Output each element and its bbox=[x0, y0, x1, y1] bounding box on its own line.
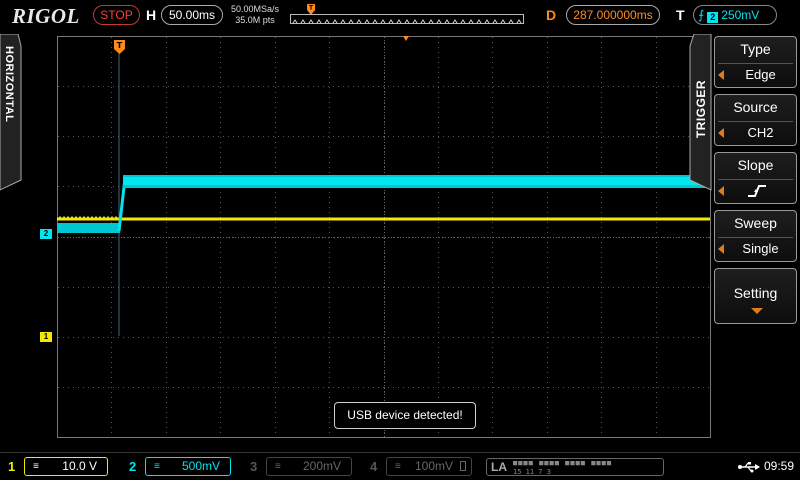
trigger-channel-badge: 2 bbox=[707, 12, 719, 23]
horizontal-label: H bbox=[146, 7, 157, 23]
menu-arrow-icon bbox=[718, 70, 724, 80]
menu-type[interactable]: Type Edge bbox=[714, 36, 797, 88]
ch2-scale: 500mV bbox=[181, 459, 220, 473]
chevron-down-icon bbox=[751, 308, 763, 314]
logic-analyzer-status[interactable]: LA ■■■■ ■■■■ ■■■■ ■■■■ 15 11 7 3 bbox=[486, 458, 664, 476]
sample-rate: 50.00MSa/s bbox=[230, 4, 280, 14]
menu-setting[interactable]: Setting bbox=[714, 268, 797, 324]
menu-arrow-icon bbox=[718, 128, 724, 138]
sample-info: 50.00MSa/s 35.0M pts bbox=[229, 4, 281, 26]
trigger-status[interactable]: ⨍ 2 250mV bbox=[693, 5, 777, 25]
trigger-label: T bbox=[676, 7, 685, 23]
la-label: LA bbox=[491, 460, 507, 474]
dc-coupling-icon: ≡ bbox=[33, 461, 39, 472]
la-channel-numbers: 15 11 7 3 bbox=[513, 468, 551, 476]
delay-value[interactable]: 287.000000ms bbox=[566, 5, 660, 25]
ch4-number: 4 bbox=[370, 459, 378, 474]
horizontal-tab-label: HORIZONTAL bbox=[3, 46, 15, 122]
menu-type-value: Edge bbox=[745, 67, 776, 82]
trigger-menu: Type Edge Source CH2 Slope Sweep Single … bbox=[711, 34, 800, 448]
menu-separator bbox=[718, 63, 793, 64]
menu-slope-title: Slope bbox=[737, 157, 774, 173]
ch2-offset-marker[interactable]: 2 bbox=[40, 229, 52, 239]
battery-icon bbox=[460, 461, 466, 471]
ch1-offset-marker[interactable]: 1 bbox=[40, 332, 52, 342]
menu-arrow-icon bbox=[718, 186, 724, 196]
ch1-number: 1 bbox=[8, 459, 16, 474]
dc-coupling-icon: ≡ bbox=[154, 461, 160, 472]
clock: 09:59 bbox=[764, 459, 795, 473]
menu-source-value: CH2 bbox=[747, 125, 774, 140]
trigger-level: 250mV bbox=[721, 8, 760, 22]
menu-source[interactable]: Source CH2 bbox=[714, 94, 797, 146]
menu-slope[interactable]: Slope bbox=[714, 152, 797, 204]
menu-arrow-icon bbox=[718, 244, 724, 254]
usb-notification: USB device detected! bbox=[334, 402, 476, 429]
ch1-scale: 10.0 V bbox=[62, 459, 97, 473]
ch3-scale: 200mV bbox=[302, 459, 341, 473]
ch2-number: 2 bbox=[129, 459, 137, 474]
waveform-display[interactable]: T bbox=[57, 36, 711, 438]
timebase-value[interactable]: 50.00ms bbox=[161, 5, 223, 25]
trigger-marker-icon: T bbox=[114, 40, 125, 54]
ch4-scale-button[interactable]: ≡ 100mV bbox=[386, 457, 472, 476]
la-channel-dots: ■■■■ ■■■■ ■■■■ ■■■■ bbox=[513, 459, 613, 467]
menu-separator bbox=[718, 121, 793, 122]
run-stop-indicator[interactable]: STOP bbox=[93, 5, 140, 25]
dc-coupling-icon: ≡ bbox=[395, 461, 401, 472]
brand-logo: RIGOL bbox=[12, 4, 80, 28]
ch1-scale-button[interactable]: ≡ 10.0 V bbox=[24, 457, 108, 476]
menu-sweep[interactable]: Sweep Single bbox=[714, 210, 797, 262]
svg-text:T: T bbox=[117, 41, 123, 50]
menu-sweep-title: Sweep bbox=[734, 215, 777, 231]
horizontal-tab[interactable]: HORIZONTAL bbox=[0, 34, 22, 192]
trigger-tab[interactable]: TRIGGER bbox=[688, 34, 712, 192]
ch3-scale-button[interactable]: ≡ 200mV bbox=[266, 457, 352, 476]
rising-edge-icon: ⨍ bbox=[698, 8, 705, 22]
menu-sweep-value: Single bbox=[742, 241, 779, 256]
menu-type-title: Type bbox=[740, 41, 771, 57]
trigger-tab-label: TRIGGER bbox=[694, 80, 708, 138]
dc-coupling-icon: ≡ bbox=[275, 461, 281, 472]
channel-status-bar: 1 ≡ 10.0 V 2 ≡ 500mV 3 ≡ 200mV 4 ≡ 100mV… bbox=[0, 452, 800, 480]
memory-depth: 35.0M pts bbox=[235, 15, 275, 25]
usb-icon bbox=[738, 462, 760, 473]
rising-edge-icon bbox=[748, 185, 766, 197]
ch4-scale: 100mV bbox=[414, 459, 453, 473]
memory-position-bar[interactable] bbox=[290, 14, 524, 24]
ch3-number: 3 bbox=[250, 459, 258, 474]
delay-label: D bbox=[546, 7, 557, 23]
menu-source-title: Source bbox=[733, 99, 778, 115]
top-status-bar: RIGOL STOP H 50.00ms 50.00MSa/s 35.0M pt… bbox=[0, 0, 800, 32]
ch2-scale-button[interactable]: ≡ 500mV bbox=[145, 457, 231, 476]
menu-separator bbox=[718, 237, 793, 238]
menu-separator bbox=[718, 179, 793, 180]
menu-setting-title: Setting bbox=[733, 285, 778, 301]
